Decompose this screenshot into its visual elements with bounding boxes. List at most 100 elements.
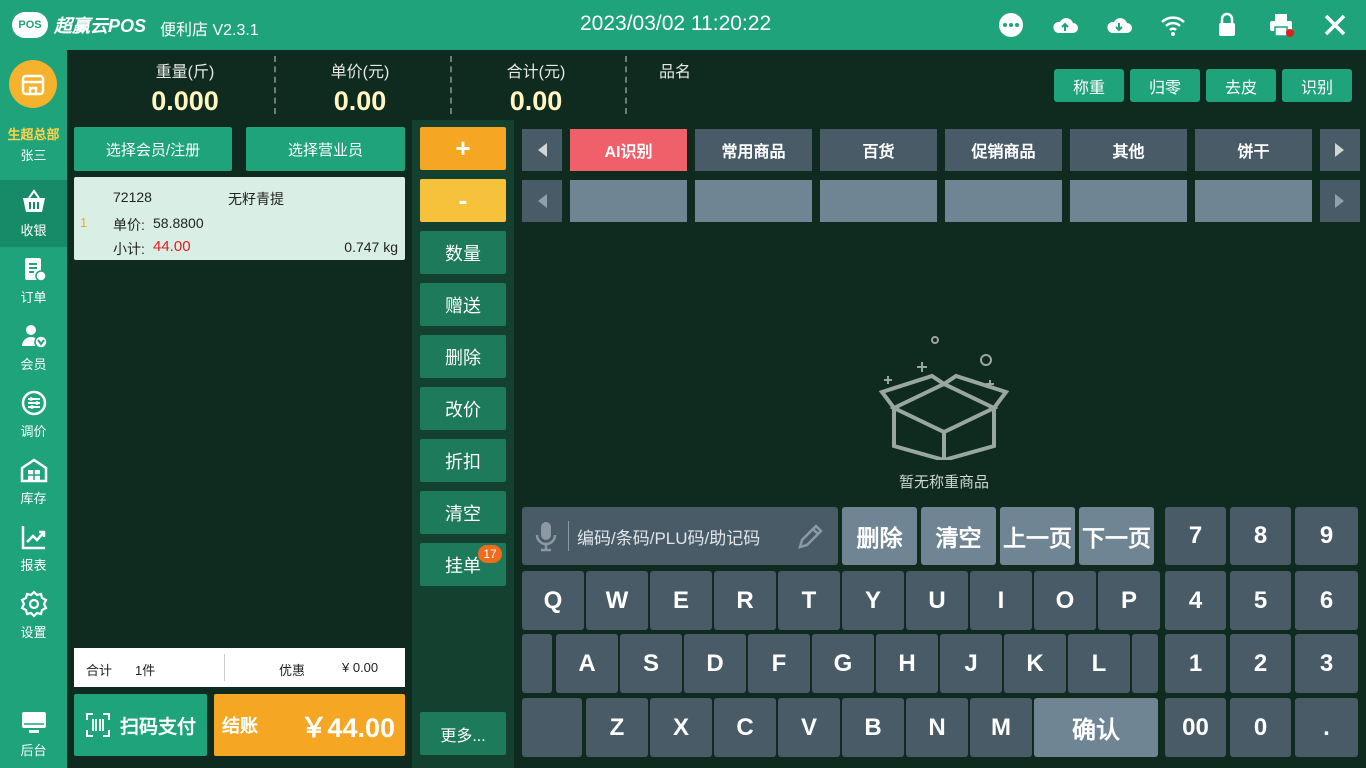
sidebar-item-cashier[interactable]: 收银	[0, 180, 67, 247]
key-o[interactable]: O	[1034, 571, 1096, 630]
key-x[interactable]: X	[650, 698, 712, 757]
category-next-button[interactable]	[1320, 129, 1360, 171]
clear-key[interactable]: 清空	[921, 507, 996, 565]
checkout-button[interactable]: 结账 ￥44.00	[214, 694, 405, 756]
key-q[interactable]: Q	[522, 571, 584, 630]
key-9[interactable]: 9	[1295, 507, 1358, 565]
key-l[interactable]: L	[1068, 634, 1130, 693]
subcategory-tab[interactable]	[570, 180, 687, 222]
key-z[interactable]: Z	[586, 698, 648, 757]
cloud-upload-icon[interactable]	[1048, 8, 1082, 42]
subcategory-next-button[interactable]	[1320, 180, 1360, 222]
hold-order-button[interactable]: 挂单 17	[420, 543, 506, 586]
key-w[interactable]: W	[586, 571, 648, 630]
minus-button[interactable]: -	[420, 179, 506, 222]
next-page-key[interactable]: 下一页	[1079, 507, 1154, 565]
category-tab-ai[interactable]: AI识别	[570, 129, 687, 171]
key-8[interactable]: 8	[1230, 507, 1291, 565]
sidebar-item-inventory[interactable]: 库存	[0, 448, 67, 515]
key-7[interactable]: 7	[1165, 507, 1226, 565]
change-price-button[interactable]: 改价	[420, 387, 506, 430]
delete-item-button[interactable]: 删除	[420, 335, 506, 378]
subcategory-tab[interactable]	[820, 180, 937, 222]
wifi-icon[interactable]	[1156, 8, 1190, 42]
tare-button[interactable]: 去皮	[1206, 69, 1276, 102]
key-g[interactable]: G	[812, 634, 874, 693]
microphone-icon[interactable]	[534, 520, 558, 552]
subcategory-tab[interactable]	[945, 180, 1062, 222]
category-tab-biscuit[interactable]: 饼干	[1195, 129, 1312, 171]
discount-button[interactable]: 折扣	[420, 439, 506, 482]
category-tab-other[interactable]: 其他	[1070, 129, 1187, 171]
weigh-button[interactable]: 称重	[1054, 69, 1124, 102]
key-a[interactable]: A	[556, 634, 618, 693]
key-s[interactable]: S	[620, 634, 682, 693]
pencil-icon[interactable]	[796, 521, 826, 551]
category-tab-promo[interactable]: 促销商品	[945, 129, 1062, 171]
key-h[interactable]: H	[876, 634, 938, 693]
top-bar: POS 超赢云POS 便利店 V2.3.1 2023/03/02 11:20:2…	[0, 0, 1366, 50]
subcategory-tab[interactable]	[1195, 180, 1312, 222]
category-prev-button[interactable]	[522, 129, 562, 171]
key-i[interactable]: I	[970, 571, 1032, 630]
key-00[interactable]: 00	[1165, 698, 1226, 757]
cart-item[interactable]: 1 72128 无籽青提 单价: 58.8800 小计: 44.00 0.747…	[74, 177, 405, 260]
search-field[interactable]: 编码/条码/PLU码/助记码	[522, 507, 838, 565]
key-c[interactable]: C	[714, 698, 776, 757]
key-d[interactable]: D	[684, 634, 746, 693]
recognize-button[interactable]: 识别	[1282, 69, 1352, 102]
sidebar-item-price-adjust[interactable]: 调价	[0, 381, 67, 448]
store-icon	[21, 74, 45, 96]
select-member-button[interactable]: 选择会员/注册	[74, 127, 232, 171]
key-b[interactable]: B	[842, 698, 904, 757]
key-v[interactable]: V	[778, 698, 840, 757]
gift-button[interactable]: 赠送	[420, 283, 506, 326]
clear-cart-button[interactable]: 清空	[420, 491, 506, 534]
select-staff-button[interactable]: 选择营业员	[246, 127, 405, 171]
key-j[interactable]: J	[940, 634, 1002, 693]
cloud-download-icon[interactable]	[1102, 8, 1136, 42]
sidebar-item-members[interactable]: 会员	[0, 314, 67, 381]
subcategory-tab[interactable]	[695, 180, 812, 222]
printer-icon[interactable]	[1264, 8, 1298, 42]
key-n[interactable]: N	[906, 698, 968, 757]
zero-button[interactable]: 归零	[1130, 69, 1200, 102]
sidebar-item-reports[interactable]: 报表	[0, 515, 67, 582]
key-r[interactable]: R	[714, 571, 776, 630]
sidebar-item-backend[interactable]: 后台	[0, 700, 67, 767]
key-1[interactable]: 1	[1165, 634, 1226, 693]
subcategory-prev-button[interactable]	[522, 180, 562, 222]
lock-icon[interactable]	[1210, 8, 1244, 42]
key-p[interactable]: P	[1098, 571, 1160, 630]
delete-key[interactable]: 删除	[842, 507, 917, 565]
key-2[interactable]: 2	[1230, 634, 1291, 693]
category-tab-general[interactable]: 百货	[820, 129, 937, 171]
close-icon[interactable]	[1318, 8, 1352, 42]
key-0[interactable]: 0	[1230, 698, 1291, 757]
more-icon[interactable]	[994, 8, 1028, 42]
key-k[interactable]: K	[1004, 634, 1066, 693]
category-tab-common[interactable]: 常用商品	[695, 129, 812, 171]
sidebar-item-label: 收银	[20, 223, 47, 238]
prev-page-key[interactable]: 上一页	[1000, 507, 1075, 565]
store-avatar[interactable]	[9, 60, 57, 108]
key-3[interactable]: 3	[1295, 634, 1358, 693]
plus-button[interactable]: +	[420, 127, 506, 170]
key-y[interactable]: Y	[842, 571, 904, 630]
key-m[interactable]: M	[970, 698, 1032, 757]
confirm-key[interactable]: 确认	[1034, 698, 1158, 757]
key-6[interactable]: 6	[1295, 571, 1358, 630]
key-e[interactable]: E	[650, 571, 712, 630]
subcategory-tab[interactable]	[1070, 180, 1187, 222]
key-dot[interactable]: .	[1295, 698, 1358, 757]
sidebar-item-orders[interactable]: 订单	[0, 247, 67, 314]
key-u[interactable]: U	[906, 571, 968, 630]
sidebar-item-settings[interactable]: 设置	[0, 582, 67, 649]
scan-pay-button[interactable]: 扫码支付	[74, 694, 207, 756]
key-5[interactable]: 5	[1230, 571, 1291, 630]
key-f[interactable]: F	[748, 634, 810, 693]
more-button[interactable]: 更多...	[420, 712, 506, 755]
quantity-button[interactable]: 数量	[420, 231, 506, 274]
key-4[interactable]: 4	[1165, 571, 1226, 630]
key-t[interactable]: T	[778, 571, 840, 630]
